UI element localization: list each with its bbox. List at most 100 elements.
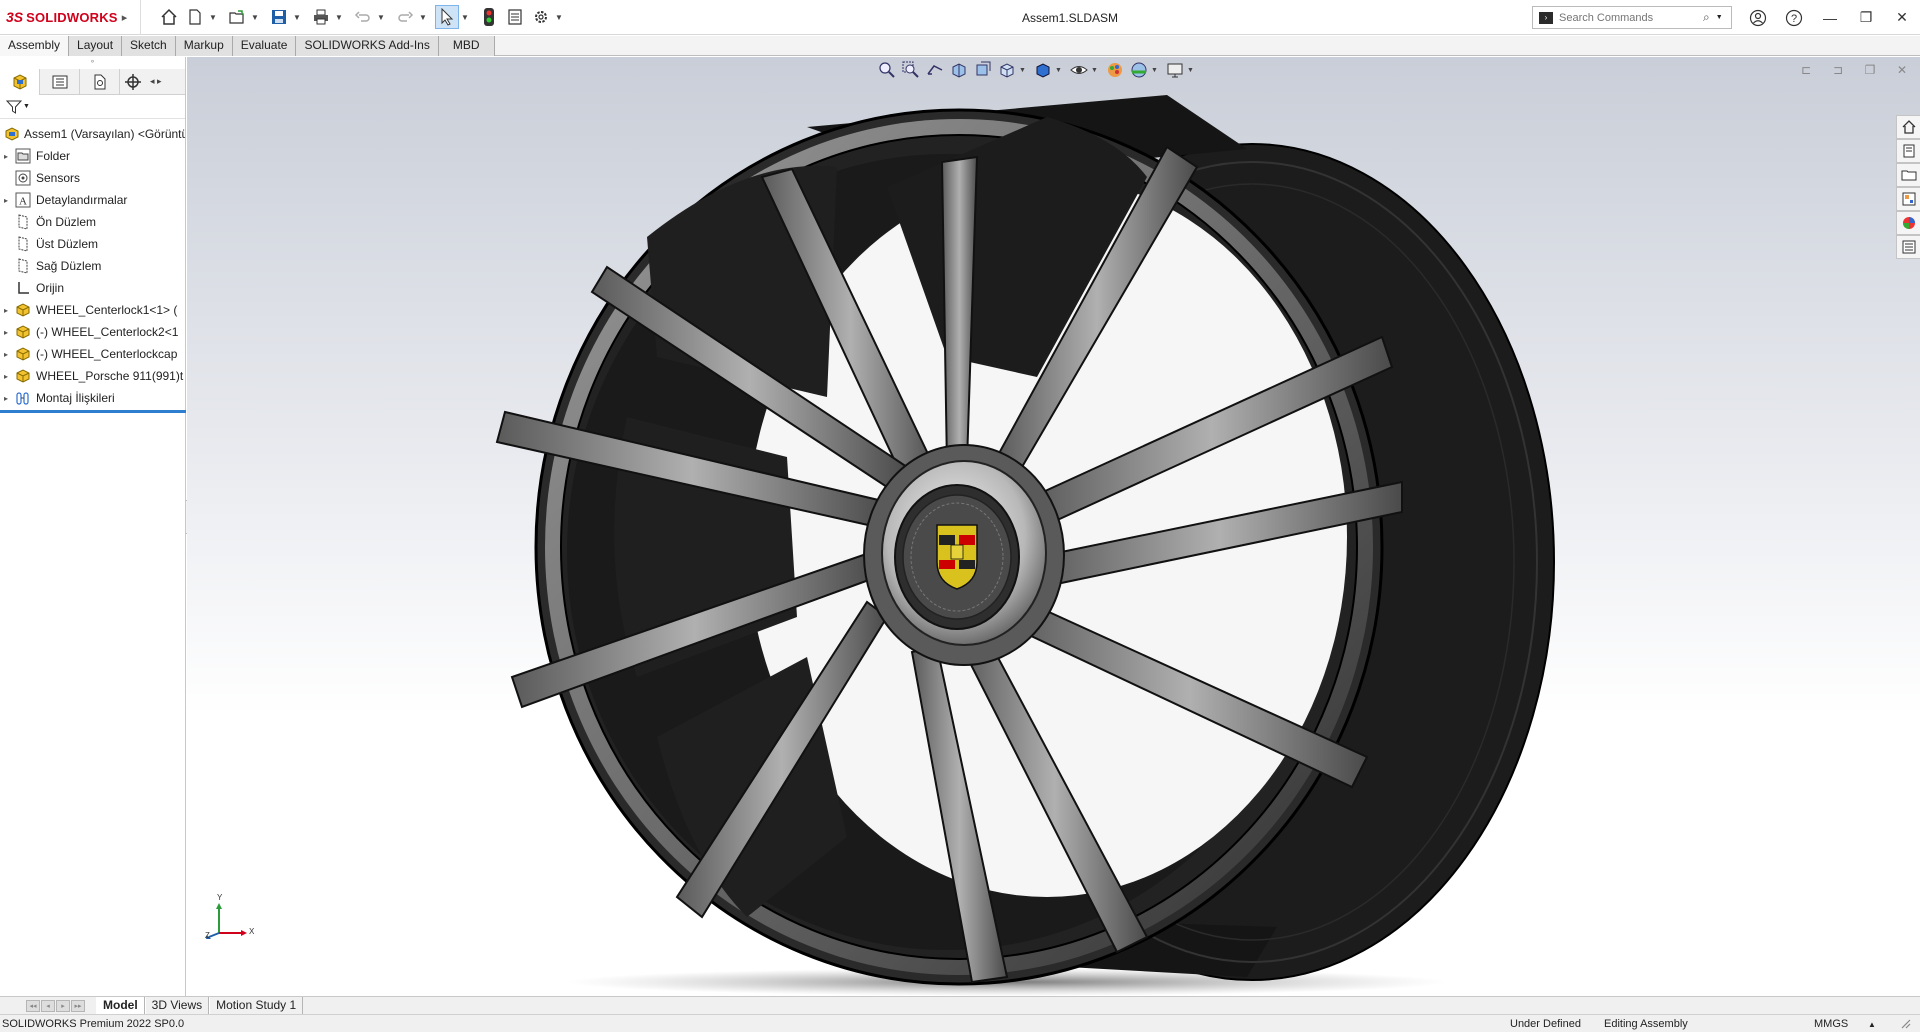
undo-icon[interactable]	[351, 5, 375, 29]
save-dropdown-icon[interactable]: ▼	[293, 13, 303, 22]
file-explorer-icon[interactable]	[1896, 163, 1920, 187]
dimxpert-tab-icon[interactable]	[120, 69, 146, 95]
new-document-icon[interactable]	[183, 5, 207, 29]
collapse-left-icon[interactable]: ⊏	[1790, 61, 1822, 79]
view-palette-icon[interactable]	[1896, 187, 1920, 211]
view-settings-dropdown-icon[interactable]: ▼	[1187, 67, 1195, 74]
view-orientation-dropdown-icon[interactable]: ▼	[1019, 67, 1027, 74]
tree-item-annotations[interactable]: ▸ A Detaylandırmalar	[0, 189, 185, 211]
tree-item-component[interactable]: ▸ (-) WHEEL_Centerlockcap	[0, 343, 185, 365]
open-icon[interactable]	[225, 5, 249, 29]
tab-solidworks-addins[interactable]: SOLIDWORKS Add-Ins	[296, 36, 439, 56]
panel-grip[interactable]: ⚬	[0, 57, 185, 69]
property-manager-tab-icon[interactable]	[40, 68, 80, 95]
select-icon[interactable]	[435, 5, 459, 29]
tree-item-folder[interactable]: ▸ Folder	[0, 145, 185, 167]
tree-root-assembly[interactable]: Assem1 (Varsayılan) <Görüntü	[0, 123, 185, 145]
undo-dropdown-icon[interactable]: ▼	[377, 13, 387, 22]
print-icon[interactable]	[309, 5, 333, 29]
units-arrow-icon[interactable]: ▲	[1868, 1020, 1876, 1029]
tab-markup[interactable]: Markup	[175, 36, 233, 56]
solidworks-logo[interactable]: 3S SOLIDWORKS ▸	[0, 9, 140, 25]
design-library-icon[interactable]	[1896, 139, 1920, 163]
expand-arrow-icon[interactable]: ▸	[0, 306, 12, 315]
custom-properties-icon[interactable]	[1896, 235, 1920, 259]
wheel-model[interactable]	[187, 57, 1920, 996]
home-icon[interactable]	[157, 5, 181, 29]
expand-arrow-icon[interactable]: ▸	[0, 328, 12, 337]
print-dropdown-icon[interactable]: ▼	[335, 13, 345, 22]
search-icon[interactable]: ⌕	[1703, 10, 1710, 25]
tab-motion-study[interactable]: Motion Study 1	[209, 996, 304, 1015]
options-dropdown-icon[interactable]: ▼	[555, 13, 565, 22]
filter-dropdown-icon[interactable]: ▼	[23, 103, 30, 110]
resize-grip-icon[interactable]	[1898, 1016, 1912, 1032]
zoom-to-fit-icon[interactable]	[875, 59, 899, 81]
solidworks-resources-icon[interactable]	[1896, 115, 1920, 139]
configuration-manager-tab-icon[interactable]	[80, 68, 120, 95]
tab-3d-views[interactable]: 3D Views	[144, 996, 210, 1015]
search-commands-input[interactable]	[1559, 11, 1699, 24]
file-properties-icon[interactable]	[503, 5, 527, 29]
hide-show-dropdown-icon[interactable]: ▼	[1091, 67, 1099, 74]
display-style-icon[interactable]	[1031, 59, 1055, 81]
help-icon[interactable]: ?	[1776, 0, 1812, 35]
previous-tab-icon[interactable]: ◂	[41, 999, 55, 1012]
feature-manager-tab-icon[interactable]	[0, 68, 40, 95]
viewport-restore-icon[interactable]: ❐	[1854, 61, 1886, 79]
save-icon[interactable]	[267, 5, 291, 29]
zoom-to-area-icon[interactable]	[899, 59, 923, 81]
search-commands-box[interactable]: › ⌕ ▼	[1532, 6, 1732, 29]
tree-filter[interactable]: ▼	[0, 95, 185, 119]
minimize-icon[interactable]: —	[1812, 0, 1848, 35]
tree-item-top-plane[interactable]: Üst Düzlem	[0, 233, 185, 255]
tree-item-component[interactable]: ▸ (-) WHEEL_Centerlock2<1	[0, 321, 185, 343]
tree-item-front-plane[interactable]: Ön Düzlem	[0, 211, 185, 233]
view-settings-icon[interactable]	[1163, 59, 1187, 81]
tab-layout[interactable]: Layout	[69, 36, 123, 56]
tree-item-sensors[interactable]: Sensors	[0, 167, 185, 189]
expand-arrow-icon[interactable]: ▸	[0, 372, 12, 381]
next-tab-icon[interactable]: ▸	[56, 999, 70, 1012]
unit-system-button[interactable]: MMGS	[1814, 1018, 1848, 1030]
rebuild-icon[interactable]	[477, 5, 501, 29]
expand-arrow-icon[interactable]: ▸	[0, 196, 12, 205]
expand-arrow-icon[interactable]: ▸	[0, 152, 12, 161]
select-dropdown-icon[interactable]: ▼	[461, 13, 471, 22]
collapse-right-icon[interactable]: ⊐	[1822, 61, 1854, 79]
tab-assembly[interactable]: Assembly	[0, 36, 70, 56]
redo-icon[interactable]	[393, 5, 417, 29]
tab-evaluate[interactable]: Evaluate	[232, 36, 297, 56]
dynamic-annotation-view-icon[interactable]	[971, 59, 995, 81]
tree-item-right-plane[interactable]: Sağ Düzlem	[0, 255, 185, 277]
redo-dropdown-icon[interactable]: ▼	[419, 13, 429, 22]
tab-sketch[interactable]: Sketch	[122, 36, 176, 56]
view-orientation-icon[interactable]	[995, 59, 1019, 81]
tab-model[interactable]: Model	[96, 996, 145, 1015]
viewport-close-icon[interactable]: ✕	[1886, 61, 1918, 79]
edit-appearance-icon[interactable]	[1103, 59, 1127, 81]
open-dropdown-icon[interactable]: ▼	[251, 13, 261, 22]
filter-icon[interactable]	[6, 99, 22, 115]
tree-item-origin[interactable]: Orijin	[0, 277, 185, 299]
close-icon[interactable]: ✕	[1884, 0, 1920, 35]
expand-arrow-icon[interactable]: ▸	[0, 350, 12, 359]
first-tab-icon[interactable]: ◂◂	[26, 999, 40, 1012]
apply-scene-icon[interactable]	[1127, 59, 1151, 81]
tree-item-component[interactable]: ▸ WHEEL_Porsche 911(991)t	[0, 365, 185, 387]
user-account-icon[interactable]	[1740, 0, 1776, 35]
rollback-bar[interactable]	[0, 410, 186, 413]
apply-scene-dropdown-icon[interactable]: ▼	[1151, 67, 1159, 74]
section-view-icon[interactable]	[947, 59, 971, 81]
tab-mbd[interactable]: MBD	[438, 36, 495, 56]
display-style-dropdown-icon[interactable]: ▼	[1055, 67, 1063, 74]
tree-item-component[interactable]: ▸ WHEEL_Centerlock1<1> (	[0, 299, 185, 321]
restore-icon[interactable]: ❐	[1848, 0, 1884, 35]
menu-expand-icon[interactable]: ▸	[122, 11, 128, 24]
hide-show-items-icon[interactable]	[1067, 59, 1091, 81]
tree-item-mates[interactable]: ▸ Montaj İlişkileri	[0, 387, 185, 409]
graphics-area[interactable]: ▼ ▼ ▼ ▼ ▼ ⊏ ⊐ ❐ ✕ Y X Z	[187, 57, 1920, 996]
expand-arrow-icon[interactable]: ▸	[0, 394, 12, 403]
new-dropdown-icon[interactable]: ▼	[209, 13, 219, 22]
previous-view-icon[interactable]	[923, 59, 947, 81]
